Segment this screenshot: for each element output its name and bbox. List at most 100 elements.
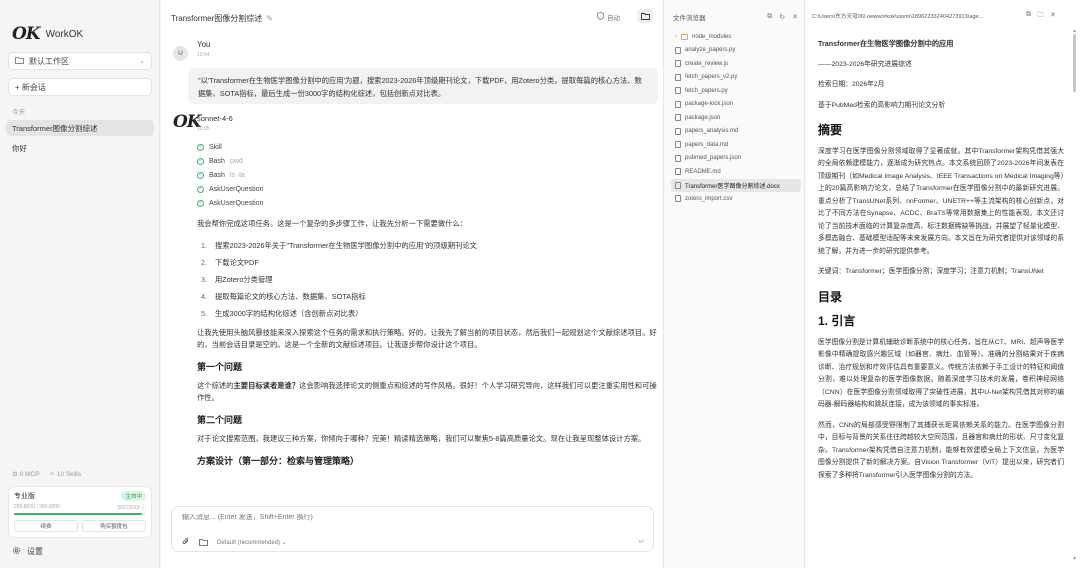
file-item[interactable]: analyze_papers.py [671, 44, 801, 58]
assistant-name: sonnet-4-6 [197, 114, 233, 123]
file-item[interactable]: papers_analysis.md [671, 125, 801, 139]
file-icon [675, 168, 681, 176]
skills-count[interactable]: ✧ 10 Skills [50, 470, 81, 478]
file-item[interactable]: package-lock.json [671, 98, 801, 112]
settings-button[interactable]: 设置 [12, 546, 43, 557]
document-path: C:\Users\东方天穹06\.newworkok\users\1896223… [812, 14, 984, 20]
message-time: 10:04 [197, 52, 210, 58]
check-icon: ✓ [197, 157, 204, 165]
edit-icon[interactable]: ✎ [266, 14, 273, 23]
workspace-label: 默认工作区 [29, 56, 69, 66]
doc-heading: 摘要 [818, 123, 843, 137]
plan-card: 专业版 生效中 289,8020 / 300,0000 2027/2/19 ⓘ … [8, 486, 152, 538]
heading: 方案设计（第一部分：检索与管理策略） [197, 456, 360, 466]
copy-path-icon[interactable]: ⧉ [767, 13, 772, 21]
buy-quota-button[interactable]: 购买额度包 [82, 520, 146, 532]
file-item[interactable]: package.json [671, 111, 801, 125]
doc-paragraph: 然而，CNN的局部感受野限制了其捕获长距离依赖关系的能力。在医学图像分割中，目标… [818, 421, 1064, 479]
settings-label: 设置 [27, 547, 43, 556]
user-name: You [197, 40, 211, 49]
check-icon: ✓ [197, 143, 204, 151]
doc-date: 检索日期：2026年2月 [818, 81, 885, 88]
conversation-item[interactable]: 你好 [6, 140, 154, 156]
tool-calls: ✓ Skill ✓ Bash pwd ✓ Bash ls -la ✓ AskUserQues… [197, 140, 263, 210]
conversation-item[interactable]: Transformer图像分割综述 [6, 120, 154, 136]
paragraph: 对于论文搜索范围，我建议三种方案，你倾向于哪种？完美！精读精选策略，我们可以聚焦… [197, 434, 646, 443]
paragraph: 这个综述的主要目标读者是谁？这会影响我选择论文的侧重点和综述的写作风格。很好！个… [197, 381, 657, 402]
file-item[interactable]: papers_data.md [671, 138, 801, 152]
file-icon [675, 114, 681, 122]
plan-usage-bar [14, 513, 146, 515]
scroll-down-arrow[interactable]: ▼ [1072, 556, 1077, 562]
folder-icon[interactable]: 🗀 [1037, 11, 1044, 22]
chat-messages[interactable]: U You 10:04 "以'Transformer在生物医学图像分割中的应用'… [161, 36, 664, 496]
list-item: 3. 用Zotero分类管理 [201, 274, 273, 284]
folder-icon[interactable] [199, 538, 208, 548]
file-item-selected[interactable]: Transformer医学图像分割综述.docx [671, 178, 801, 192]
plan-status-badge: 生效中 [121, 491, 146, 501]
auto-mode-toggle[interactable]: 自动 [597, 12, 620, 22]
check-icon: ✓ [197, 171, 204, 179]
list-item: 1. 搜索2023-2026年关于"Transformer在生物医学图像分割中的应… [201, 240, 477, 250]
folder-icon [681, 33, 688, 40]
chat-title[interactable]: Transformer图像分割综述 ✎ [171, 13, 273, 24]
file-item[interactable]: pubmed_papers.json [671, 152, 801, 166]
tool-call[interactable]: ✓ AskUserQuestion [197, 196, 263, 210]
file-icon [675, 73, 681, 81]
message-input[interactable] [182, 514, 622, 521]
plan-name: 专业版 [14, 493, 35, 500]
list-item: 4. 提取每篇论文的核心方法、数据集、SOTA指标 [201, 291, 366, 301]
attach-icon[interactable] [182, 537, 190, 548]
file-browser-title: 文件浏览器 [673, 15, 706, 22]
mcp-count[interactable]: ⚙ 0 MCP [12, 470, 40, 478]
scrollbar-thumb[interactable] [1073, 34, 1076, 92]
brand-logo: OK [12, 24, 41, 44]
intro-text: 我会帮你完成这项任务。这是一个复杂的多步骤工作，让我先分析一下需要做什么： [197, 219, 467, 228]
doc-basis: 基于PubMed检索的高影响力期刊论文分析 [818, 101, 946, 109]
close-icon[interactable]: ✕ [1050, 11, 1056, 22]
renew-button[interactable]: 续费 [14, 520, 78, 532]
open-external-icon[interactable]: ⧉ [1026, 11, 1031, 22]
plan-usage: 289,8020 / 300,0000 [14, 504, 60, 510]
heading: 第二个问题 [197, 415, 243, 425]
file-item[interactable]: create_review.js [671, 57, 801, 71]
file-icon [675, 141, 681, 149]
file-icon [675, 100, 681, 108]
refresh-icon[interactable]: ↻ [779, 13, 785, 21]
workspace-select[interactable]: 默认工作区 ⌄ [8, 52, 152, 70]
doc-paragraph: 深度学习在医学图像分割领域取得了显著成就。其中Transformer架构凭借其强… [818, 147, 1064, 255]
message-time: 10:05 [197, 126, 210, 132]
new-chat-button[interactable]: + 新会话 [8, 78, 152, 96]
file-item[interactable]: fetch_papers.py [671, 84, 801, 98]
plan-usage-fill [14, 513, 143, 515]
user-avatar: U [173, 46, 188, 61]
tool-call[interactable]: ✓ Bash ls -la [197, 168, 263, 182]
message-composer: Default (recommended) ⌄ ↵ [171, 506, 654, 552]
file-item[interactable]: README.md [671, 165, 801, 179]
close-icon[interactable]: ✕ [792, 13, 798, 21]
model-select[interactable]: Default (recommended) ⌄ [217, 539, 287, 546]
tool-call[interactable]: ✓ Skill [197, 140, 263, 154]
list-item: 2. 下载论文PDF [201, 257, 259, 267]
folder-icon [640, 13, 650, 20]
doc-subtitle: ——2023-2026年研究进展综述 [818, 60, 912, 68]
assistant-content: 我会帮你完成这项任务。这是一个复杂的多步骤工作，让我先分析一下需要做什么： 1.… [197, 218, 657, 474]
file-tree: › node_modules analyze_papers.py create_r… [671, 30, 801, 206]
file-item[interactable]: zotero_import.csv [671, 192, 801, 206]
chevron-down-icon: ⌄ [139, 58, 145, 65]
check-icon: ✓ [197, 199, 204, 207]
list-item: 5. 生成3000字的结构化综述（含创新点对比表） [201, 308, 363, 318]
document-viewer: C:\Users\东方天穹06\.newworkok\users\1896223… [806, 0, 1080, 568]
file-item[interactable]: fetch_papers_v2.py [671, 71, 801, 85]
brand: OK WorkOK [12, 24, 83, 44]
file-icon [675, 46, 681, 54]
send-icon[interactable]: ↵ [638, 537, 645, 546]
paragraph: 让我先使用头脑风暴技能来深入探索这个任务的需求和执行策略。好的，让我先了解当前的… [197, 328, 657, 349]
tool-call[interactable]: ✓ AskUserQuestion [197, 182, 263, 196]
capabilities-row: ⚙ 0 MCP ✧ 10 Skills [12, 470, 81, 478]
tool-call[interactable]: ✓ Bash pwd [197, 154, 263, 168]
toggle-file-browser-button[interactable] [637, 9, 653, 23]
folder-item[interactable]: › node_modules [671, 30, 801, 44]
chat-panel: Transformer图像分割综述 ✎ 自动 U You 10:04 "以'Tr… [161, 0, 664, 568]
document-content[interactable]: Transformer在生物医学图像分割中的应用 ——2023-2026年研究进… [818, 38, 1064, 568]
